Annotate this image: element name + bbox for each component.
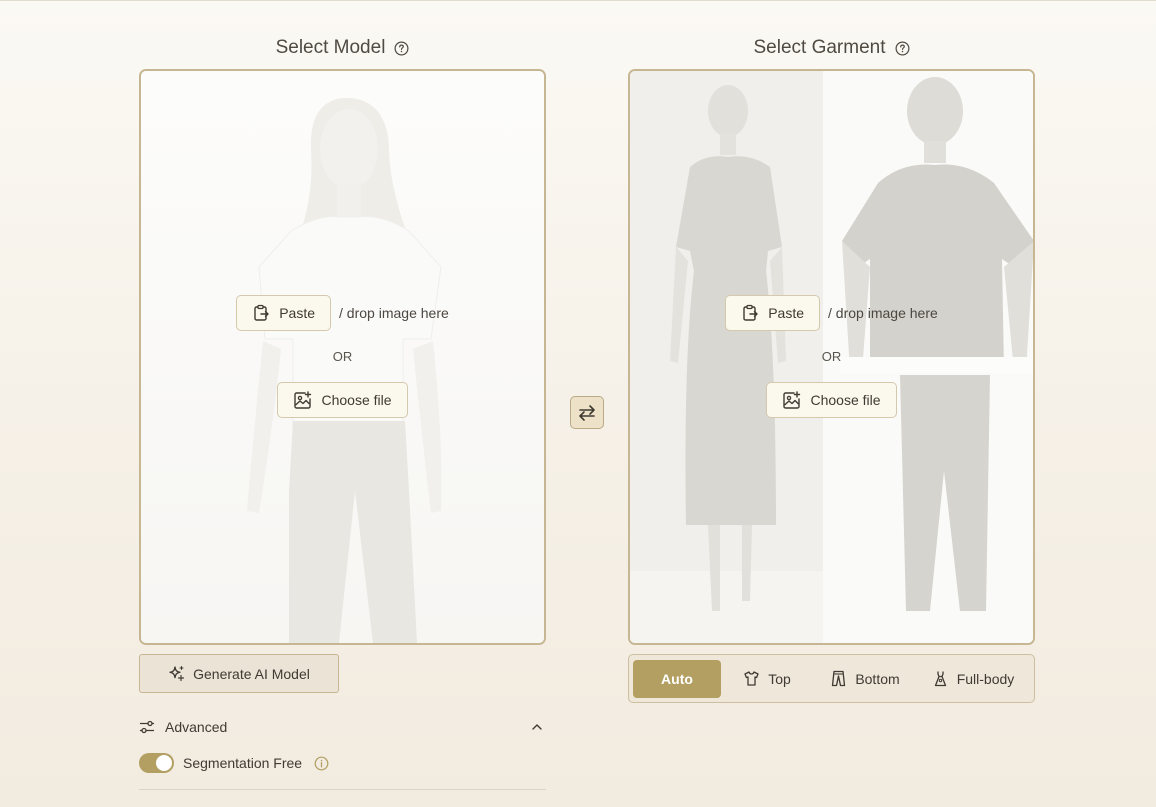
garment-type-selector: Auto Top Bottom Full-body [628,654,1035,703]
pants-icon [832,670,846,687]
model-paste-label: Paste [279,305,316,321]
info-icon[interactable] [314,756,329,771]
advanced-label: Advanced [165,719,228,735]
model-dropzone[interactable]: Paste / drop image here OR Choose file [139,69,546,645]
generate-ai-model-button[interactable]: Generate AI Model [139,654,339,693]
garment-type-full-body-label: Full-body [956,670,1015,687]
model-title: Select Model [139,34,546,62]
garment-choose-row: Choose file [630,382,1033,418]
garment-choose-file-button[interactable]: Choose file [766,382,897,418]
top-divider [0,0,1156,1]
segmentation-free-toggle[interactable] [139,753,174,773]
model-choose-file-label: Choose file [321,392,392,408]
swap-arrows-icon [579,404,595,421]
toggle-knob [156,755,172,771]
model-choose-row: Choose file [141,382,544,418]
image-add-icon [783,390,801,409]
garment-type-full-body[interactable]: Full-body [917,660,1029,698]
clipboard-paste-icon [743,304,758,321]
image-add-icon [294,390,312,409]
garment-paste-button[interactable]: Paste [725,295,821,331]
garment-title: Select Garment [628,34,1035,62]
tshirt-icon [744,671,759,686]
dress-icon [934,671,946,687]
segmentation-free-label: Segmentation Free [183,755,303,771]
garment-type-top-label: Top [768,670,791,687]
garment-paste-row: Paste / drop image here [630,295,1033,331]
help-icon[interactable] [895,41,910,56]
chevron-up-icon[interactable] [530,720,544,734]
model-title-text: Select Model [275,37,386,58]
swap-button[interactable] [570,396,604,429]
model-drop-hint: / drop image here [339,305,449,321]
garment-type-auto-label: Auto [661,670,693,687]
help-icon[interactable] [394,41,409,56]
garment-type-bottom-label: Bottom [855,670,900,687]
garment-type-bottom[interactable]: Bottom [813,660,917,698]
sparkle-icon [169,665,185,682]
model-or-label: OR [332,349,353,364]
section-divider [139,789,546,790]
advanced-section-header[interactable]: Advanced [139,715,546,739]
model-paste-button[interactable]: Paste [236,295,332,331]
garment-title-text: Select Garment [753,37,886,58]
garment-drop-hint: / drop image here [828,305,938,321]
garment-choose-file-label: Choose file [810,392,881,408]
garment-or-label: OR [821,349,842,364]
garment-type-top[interactable]: Top [721,660,813,698]
model-choose-file-button[interactable]: Choose file [277,382,408,418]
generate-ai-model-label: Generate AI Model [193,665,310,682]
garment-type-auto[interactable]: Auto [633,659,721,698]
segmentation-free-row: Segmentation Free [139,752,329,774]
clipboard-paste-icon [254,304,269,321]
model-paste-row: Paste / drop image here [141,295,544,331]
garment-dropzone[interactable]: Paste / drop image here OR Choose file [628,69,1035,645]
garment-paste-label: Paste [768,305,805,321]
sliders-icon [139,720,155,734]
